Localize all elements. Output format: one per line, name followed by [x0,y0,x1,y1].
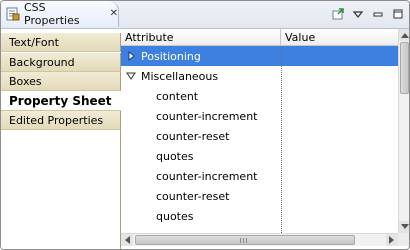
scroll-up-icon[interactable] [399,29,409,41]
attribute-cell: quotes [156,149,194,163]
category-tab-boxes[interactable]: Boxes [1,72,121,91]
scroll-grip [246,238,247,243]
column-divider[interactable] [281,46,282,233]
scroll-down-icon[interactable] [399,221,409,233]
table-row[interactable]: counter-increment [121,166,398,186]
property-table: Attribute Value Positioning Miscellaneou… [121,29,398,233]
view-tab-bar: CSS Properties ✕ [1,1,409,29]
css-properties-icon [6,7,20,21]
expand-arrow-icon[interactable] [125,50,137,62]
scrollbar-corner [398,233,409,246]
table-row[interactable]: quotes [121,206,398,226]
category-list-empty-area [1,130,121,249]
view-menu-icon[interactable] [351,7,365,21]
category-label: Text/Font [9,35,59,49]
pin-view-icon[interactable] [331,7,345,21]
scroll-right-icon[interactable] [386,234,398,246]
category-tab-edited-properties[interactable]: Edited Properties [1,111,121,130]
attribute-cell: content [156,89,199,103]
table-row[interactable]: content [121,86,398,106]
category-label: Edited Properties [9,113,104,127]
collapse-arrow-icon[interactable] [125,70,137,82]
table-row[interactable]: counter-reset [121,186,398,206]
category-label: Property Sheet [9,93,112,108]
category-list: Text/Font Background Boxes Property Shee… [1,29,121,249]
scroll-left-icon[interactable] [121,234,133,246]
table-row-positioning[interactable]: Positioning [121,46,398,66]
attribute-cell: counter-reset [156,129,230,143]
minimize-icon[interactable] [371,7,385,21]
table-row[interactable]: quotes [121,146,398,166]
horizontal-scroll-thumb[interactable] [135,235,355,245]
horizontal-scrollbar[interactable] [121,233,398,246]
attribute-cell: Positioning [141,49,201,63]
css-properties-tab[interactable]: CSS Properties ✕ [1,1,119,27]
column-header-label: Attribute [125,31,174,44]
column-header-attribute[interactable]: Attribute [121,29,281,46]
category-tab-property-sheet[interactable]: Property Sheet [1,91,121,111]
category-tab-background[interactable]: Background [1,53,121,72]
close-icon[interactable]: ✕ [110,9,118,19]
table-row-miscellaneous[interactable]: Miscellaneous [121,66,398,86]
attribute-cell: quotes [156,209,194,223]
column-header-label: Value [285,31,316,44]
table-row[interactable]: counter-reset [121,126,398,146]
category-tab-text-font[interactable]: Text/Font [1,33,121,52]
scroll-grip [240,238,241,243]
view-toolbar [331,5,405,23]
column-header-value[interactable]: Value [281,29,398,46]
attribute-cell: counter-increment [156,109,258,123]
attribute-cell: counter-reset [156,189,230,203]
table-header: Attribute Value [121,29,398,46]
table-row[interactable]: counter-increment [121,106,398,126]
attribute-cell: Miscellaneous [141,69,219,83]
category-label: Boxes [9,74,42,88]
scroll-grip [243,238,244,243]
category-label: Background [9,55,75,69]
vertical-scrollbar[interactable] [398,29,409,233]
maximize-icon[interactable] [391,7,405,21]
css-properties-view: CSS Properties ✕ Text/Font Background Bo… [0,0,410,250]
attribute-cell: counter-increment [156,169,258,183]
tab-title: CSS Properties [24,1,80,27]
vertical-scroll-thumb[interactable] [400,42,409,94]
